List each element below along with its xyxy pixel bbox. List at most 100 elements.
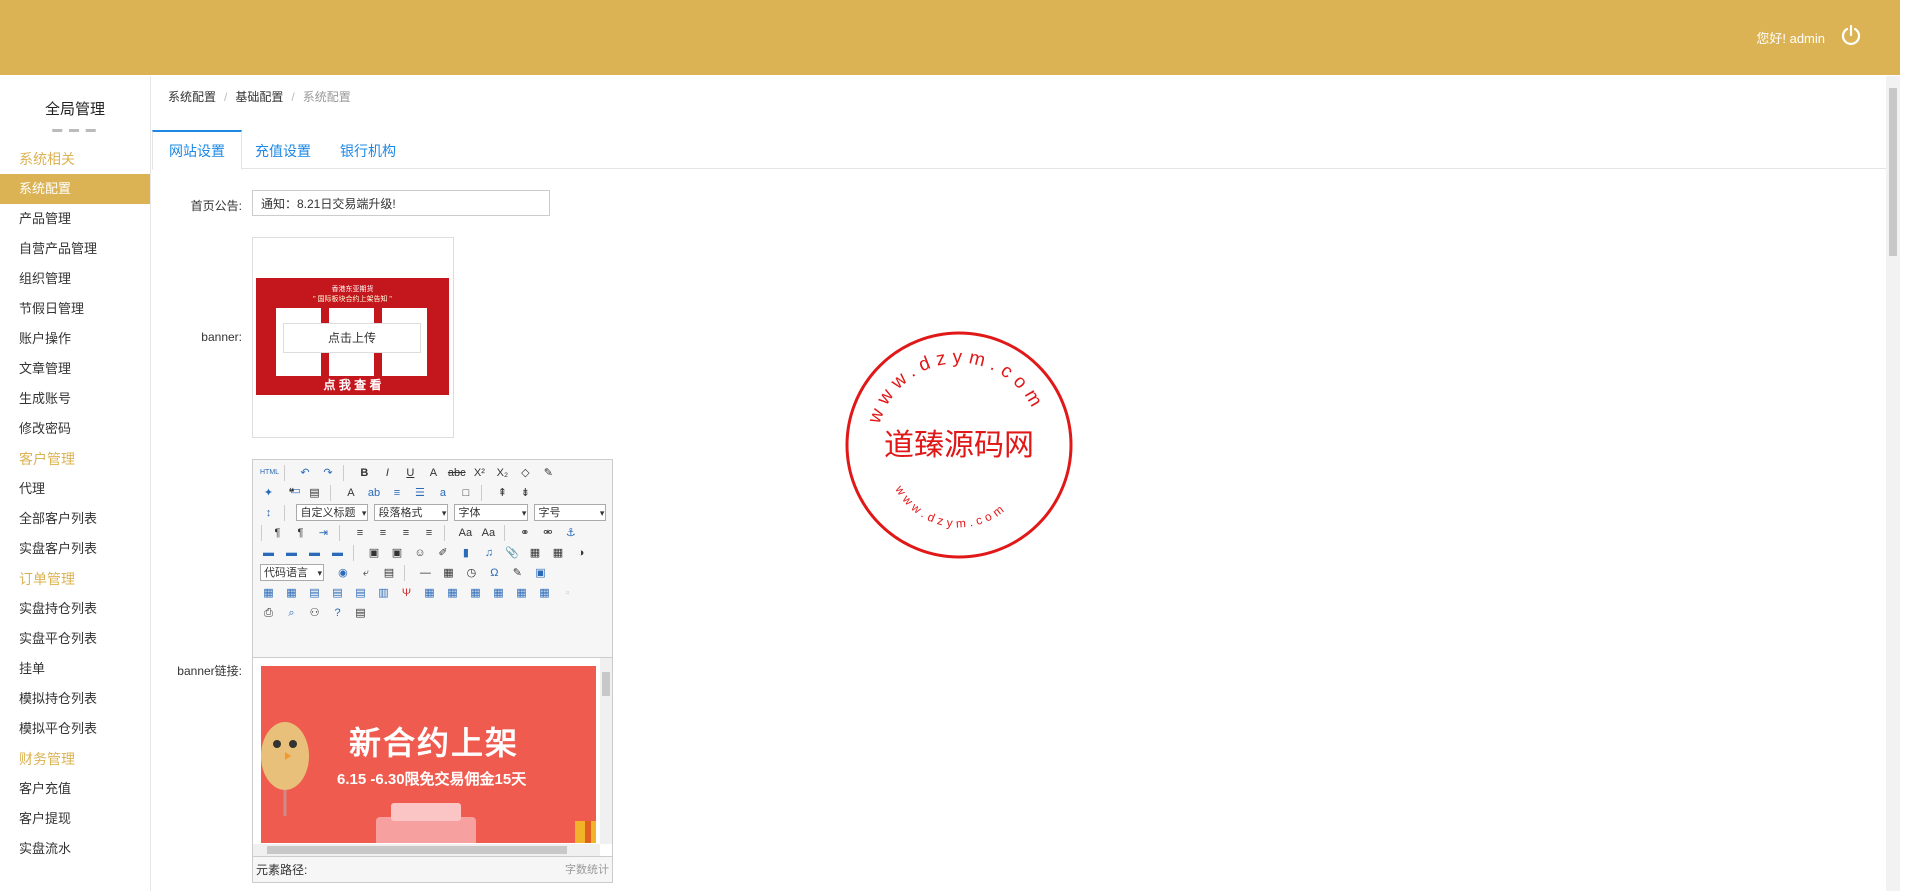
image-none-icon[interactable]: ▬	[260, 545, 277, 561]
sidebar-item-sim-positions[interactable]: 模拟持仓列表	[0, 684, 150, 714]
drafts-icon[interactable]: ▤	[352, 605, 369, 621]
power-icon[interactable]	[1840, 24, 1862, 46]
tab-website-settings[interactable]: 网站设置	[152, 130, 242, 170]
insert-para-before-table-icon[interactable]: ▤	[306, 585, 323, 601]
insert-table-icon[interactable]: ▦	[260, 585, 277, 601]
banner-upload-box[interactable]: 香港东亚期货 " 国际板块合约上架告知 " 点 我 查 看 点击上传	[252, 237, 454, 438]
editor-horizontal-scrollbar[interactable]	[253, 844, 600, 856]
ltr-icon[interactable]: ¶	[269, 525, 286, 541]
redo-icon[interactable]: ↷	[319, 465, 336, 481]
italic-icon[interactable]: I	[379, 465, 396, 481]
sidebar-item-real-flow[interactable]: 实盘流水	[0, 834, 150, 864]
split-cols-icon[interactable]: ▦	[536, 585, 553, 601]
snapscreen-icon[interactable]: ✎	[509, 565, 526, 581]
simple-upload-icon[interactable]: ▣	[365, 545, 382, 561]
image-right-icon[interactable]: ▬	[306, 545, 323, 561]
sidebar-item-withdrawals[interactable]: 客户提现	[0, 804, 150, 834]
notice-input[interactable]: 通知：8.21日交易端升级!	[252, 190, 550, 216]
help-icon[interactable]: ?	[329, 605, 346, 621]
editor-vertical-scrollbar[interactable]	[600, 658, 612, 844]
font-color-icon[interactable]: A	[342, 485, 359, 501]
search-replace-icon[interactable]: ⚇	[306, 605, 323, 621]
gmap-icon[interactable]: ▦	[549, 545, 566, 561]
superscript-icon[interactable]: X²	[471, 465, 488, 481]
split-rows-icon[interactable]: ▦	[513, 585, 530, 601]
sidebar-item-articles[interactable]: 文章管理	[0, 354, 150, 384]
breadcrumb-item[interactable]: 系统配置	[168, 90, 216, 104]
merge-right-icon[interactable]: ▦	[444, 585, 461, 601]
time-icon[interactable]: ◷	[463, 565, 480, 581]
image-left-icon[interactable]: ▬	[283, 545, 300, 561]
insert-row-icon[interactable]: ▤	[329, 585, 346, 601]
highlight-icon[interactable]: ab	[365, 485, 382, 501]
editor-content-area[interactable]: 新合约上架 6.15 -6.30限免交易佣金15天	[253, 657, 612, 856]
font-border-icon[interactable]: A	[425, 465, 442, 481]
ordered-list-icon[interactable]: ≡	[388, 485, 405, 501]
tab-recharge-settings[interactable]: 充值设置	[239, 130, 327, 168]
delete-col-icon[interactable]: Ψ	[398, 585, 415, 601]
clear-doc-icon[interactable]: □	[457, 485, 474, 501]
underline-icon[interactable]: U	[402, 465, 419, 481]
emotion-icon[interactable]: ☺	[411, 545, 428, 561]
page-break-icon[interactable]: ⤶	[357, 565, 374, 581]
font-family-select[interactable]: 字体	[454, 504, 529, 522]
sidebar-item-change-password[interactable]: 修改密码	[0, 414, 150, 444]
sidebar-item-all-customers[interactable]: 全部客户列表	[0, 504, 150, 534]
sidebar-item-account-ops[interactable]: 账户操作	[0, 324, 150, 354]
code-icon[interactable]: ◉	[334, 565, 351, 581]
upload-button[interactable]: 点击上传	[283, 323, 421, 353]
paragraph-format-select[interactable]: 段落格式	[374, 504, 449, 522]
sidebar-item-sim-closed[interactable]: 模拟平仓列表	[0, 714, 150, 744]
sidebar-item-real-customers[interactable]: 实盘客户列表	[0, 534, 150, 564]
delete-row-icon[interactable]: ▤	[352, 585, 369, 601]
line-height-icon[interactable]: ↕	[260, 505, 277, 521]
map-icon[interactable]: ▦	[526, 545, 543, 561]
anchor-icon[interactable]: ⚓	[562, 525, 579, 541]
horizontal-rule-icon[interactable]: —	[417, 565, 434, 581]
select-all-icon[interactable]: a	[434, 485, 451, 501]
eraser-icon[interactable]: ◇	[517, 465, 534, 481]
delete-table-icon[interactable]: ▦	[283, 585, 300, 601]
attachment-icon[interactable]: 📎	[503, 545, 520, 561]
align-justify-icon[interactable]: ≡	[420, 525, 437, 541]
sidebar-item-generate-account[interactable]: 生成账号	[0, 384, 150, 414]
sidebar-item-pending-orders[interactable]: 挂单	[0, 654, 150, 684]
date-icon[interactable]: ▦	[440, 565, 457, 581]
tab-bank-institutions[interactable]: 银行机构	[324, 130, 412, 168]
sidebar-item-own-products[interactable]: 自营产品管理	[0, 234, 150, 264]
sidebar-item-system-config[interactable]: 系统配置	[0, 174, 150, 204]
link-icon[interactable]: ⚭	[516, 525, 533, 541]
subscript-icon[interactable]: X₂	[494, 465, 511, 481]
row-spacing-bottom-icon[interactable]: ⇟	[517, 485, 534, 501]
lowercase-icon[interactable]: Aa	[480, 525, 497, 541]
html-source-icon[interactable]: HTML	[260, 465, 279, 481]
bold-icon[interactable]: B	[356, 465, 373, 481]
sidebar-item-real-closed[interactable]: 实盘平仓列表	[0, 624, 150, 654]
uppercase-icon[interactable]: Aa	[457, 525, 474, 541]
blockquote-icon[interactable]: ❝	[283, 485, 300, 501]
print-icon[interactable]: ⎙	[260, 605, 277, 621]
insert-video-icon[interactable]: ▮	[457, 545, 474, 561]
rtl-icon[interactable]: ¶	[292, 525, 309, 541]
code-language-select[interactable]: 代码语言	[260, 564, 324, 582]
undo-icon[interactable]: ↶	[296, 465, 313, 481]
align-center-icon[interactable]: ≡	[374, 525, 391, 541]
word-image-icon[interactable]: ▣	[532, 565, 549, 581]
insert-frame-icon[interactable]: ◑	[572, 545, 589, 561]
sidebar-item-real-positions[interactable]: 实盘持仓列表	[0, 594, 150, 624]
scrawl-icon[interactable]: ✐	[434, 545, 451, 561]
merge-cells-icon[interactable]: ▦	[421, 585, 438, 601]
breadcrumb-item[interactable]: 基础配置	[235, 90, 283, 104]
page-scrollbar[interactable]	[1886, 76, 1900, 891]
chart-icon[interactable]: ▫	[559, 585, 576, 601]
sidebar-item-organization[interactable]: 组织管理	[0, 264, 150, 294]
insert-col-icon[interactable]: ▥	[375, 585, 392, 601]
align-left-icon[interactable]: ≡	[351, 525, 368, 541]
preview-icon[interactable]: ⌕	[283, 605, 300, 621]
indent-icon[interactable]: ⇥	[315, 525, 332, 541]
template-icon[interactable]: ▤	[380, 565, 397, 581]
unlink-icon[interactable]: ⚮	[539, 525, 556, 541]
paste-text-icon[interactable]: ▤	[306, 485, 323, 501]
sidebar-item-agents[interactable]: 代理	[0, 474, 150, 504]
custom-title-select[interactable]: 自定义标题	[296, 504, 369, 522]
